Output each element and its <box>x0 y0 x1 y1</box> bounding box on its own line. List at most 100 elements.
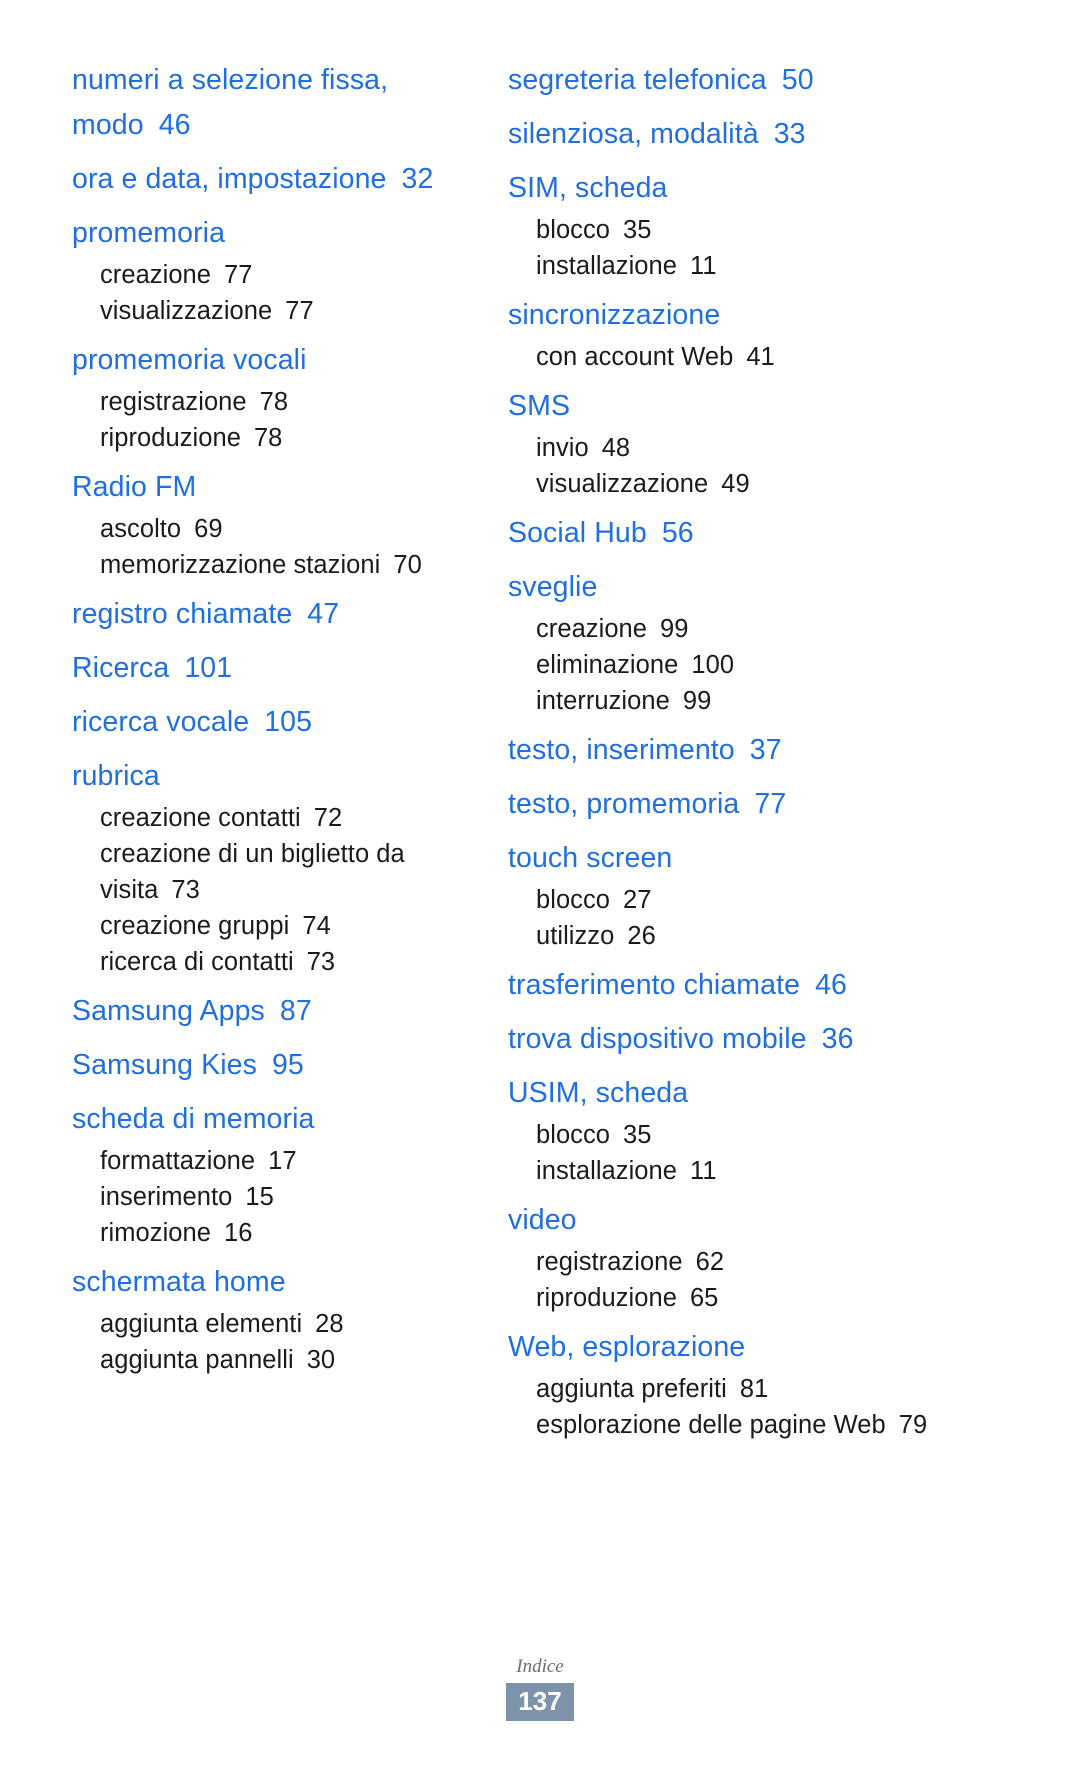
index-entry-sub[interactable]: rimozione 16 <box>100 1215 490 1251</box>
index-entry-main[interactable]: schermata home <box>72 1260 490 1305</box>
index-entry-label: silenziosa, modalità <box>508 118 759 150</box>
index-entry-label: inserimento <box>100 1183 233 1211</box>
index-entry-sub[interactable]: interruzione 99 <box>536 683 1020 719</box>
index-entry-label: promemoria vocali <box>72 344 307 376</box>
index-entry-sub[interactable]: creazione gruppi 74 <box>100 908 490 944</box>
index-entry-sub[interactable]: blocco 35 <box>536 212 1020 248</box>
index-group: promemoria vocali registrazione 78 riproduz… <box>72 338 490 456</box>
index-entry-main[interactable]: scheda di memoria <box>72 1097 490 1142</box>
index-entry-page: 73 <box>306 948 336 976</box>
index-entry-label: ora e data, impostazione <box>72 163 387 195</box>
index-entry-label: eliminazione <box>536 651 679 679</box>
index-entry-main[interactable]: promemoria vocali <box>72 338 490 383</box>
index-entry-label: creazione contatti <box>100 804 301 832</box>
index-entry-main[interactable]: trova dispositivo mobile 36 <box>508 1017 1020 1062</box>
index-entry-page: 27 <box>623 886 652 914</box>
index-entry-sub[interactable]: riproduzione 78 <box>100 420 490 456</box>
index-entry-page: 99 <box>682 687 712 715</box>
index-entry-main[interactable]: Radio FM <box>72 465 490 510</box>
index-entry-sub[interactable]: creazione 99 <box>536 611 1020 647</box>
index-entry-main[interactable]: ricerca vocale 105 <box>72 700 490 745</box>
index-entry-main[interactable]: sincronizzazione <box>508 293 1020 338</box>
index-entry-sub[interactable]: installazione 11 <box>536 248 1020 284</box>
index-entry-page: 105 <box>264 706 313 738</box>
index-entry-sub[interactable]: installazione 11 <box>536 1153 1020 1189</box>
index-entry-main[interactable]: trasferimento chiamate 46 <box>508 963 1020 1008</box>
index-entry-sub[interactable]: ascolto 69 <box>100 511 490 547</box>
index-entry-page: 35 <box>623 216 652 244</box>
index-entry-label: rubrica <box>72 760 160 792</box>
index-entry-main[interactable]: segreteria telefonica 50 <box>508 58 1020 103</box>
index-entry-label: utilizzo <box>536 922 615 950</box>
index-entry-sub[interactable]: blocco 35 <box>536 1117 1020 1153</box>
index-group: SMS invio 48 visualizzazione 49 <box>508 384 1020 502</box>
index-entry-sub[interactable]: visualizzazione 49 <box>536 466 1020 502</box>
index-entry-label: visualizzazione <box>536 470 709 498</box>
index-group: video registrazione 62 riproduzione 65 <box>508 1198 1020 1316</box>
index-entry-sub[interactable]: creazione di un biglietto da visita 73 <box>100 836 490 908</box>
index-group: touch screen blocco 27 utilizzo 26 <box>508 836 1020 954</box>
index-entry-main[interactable]: USIM, scheda <box>508 1071 1020 1116</box>
index-entry-main[interactable]: testo, inserimento 37 <box>508 728 1020 773</box>
index-entry-sub[interactable]: aggiunta pannelli 30 <box>100 1342 490 1378</box>
index-entry-sub[interactable]: registrazione 78 <box>100 384 490 420</box>
index-entry-sub[interactable]: creazione 77 <box>100 257 490 293</box>
index-group: Samsung Apps 87 <box>72 989 490 1034</box>
index-entry-page: 15 <box>245 1183 274 1211</box>
footer-section-label: Indice <box>516 1656 564 1677</box>
index-entry-main[interactable]: ora e data, impostazione 32 <box>72 157 490 202</box>
index-entry-sub[interactable]: inserimento 15 <box>100 1179 490 1215</box>
index-entry-sub[interactable]: aggiunta preferiti 81 <box>536 1371 1020 1407</box>
index-group: sincronizzazione con account Web 41 <box>508 293 1020 375</box>
index-group: Radio FM ascolto 69 memorizzazione stazioni… <box>72 465 490 583</box>
index-entry-page: 28 <box>315 1310 344 1338</box>
index-entry-sub[interactable]: eliminazione 100 <box>536 647 1020 683</box>
index-entry-main[interactable]: numeri a selezione fissa, modo 46 <box>72 58 490 148</box>
index-entry-main[interactable]: video <box>508 1198 1020 1243</box>
index-entry-page: 69 <box>194 515 223 543</box>
index-entry-sub[interactable]: con account Web 41 <box>536 339 1020 375</box>
index-entry-label: installazione <box>536 252 677 280</box>
index-entry-main[interactable]: Social Hub 56 <box>508 511 1020 556</box>
index-entry-sub[interactable]: creazione contatti 72 <box>100 800 490 836</box>
index-entry-page: 62 <box>695 1248 725 1276</box>
index-column-right: segreteria telefonica 50 silenziosa, modal… <box>500 58 1080 1443</box>
index-entry-sub[interactable]: riproduzione 65 <box>536 1280 1020 1316</box>
index-entry-sub[interactable]: ricerca di contatti 73 <box>100 944 490 980</box>
index-subentries: registrazione 78 riproduzione 78 <box>72 384 490 456</box>
index-entry-main[interactable]: touch screen <box>508 836 1020 881</box>
index-entry-sub[interactable]: aggiunta elementi 28 <box>100 1306 490 1342</box>
index-entry-label: creazione di un biglietto da visita <box>100 840 405 904</box>
index-entry-label: registro chiamate <box>72 598 293 630</box>
index-entry-label: registrazione <box>536 1248 683 1276</box>
index-entry-sub[interactable]: memorizzazione stazioni 70 <box>100 547 490 583</box>
index-entry-main[interactable]: sveglie <box>508 565 1020 610</box>
index-entry-page: 37 <box>749 734 782 766</box>
index-entry-sub[interactable]: blocco 27 <box>536 882 1020 918</box>
index-entry-sub[interactable]: formattazione 17 <box>100 1143 490 1179</box>
index-entry-main[interactable]: testo, promemoria 77 <box>508 782 1020 827</box>
index-entry-main[interactable]: SIM, scheda <box>508 166 1020 211</box>
index-column-left: numeri a selezione fissa, modo 46 ora e da… <box>0 58 500 1378</box>
index-entry-sub[interactable]: esplorazione delle pagine Web 79 <box>536 1407 1020 1443</box>
index-entry-main[interactable]: silenziosa, modalità 33 <box>508 112 1020 157</box>
index-entry-main[interactable]: registro chiamate 47 <box>72 592 490 637</box>
index-entry-main[interactable]: Web, esplorazione <box>508 1325 1020 1370</box>
index-group: numeri a selezione fissa, modo 46 <box>72 58 490 148</box>
index-entry-label: trova dispositivo mobile <box>508 1023 807 1055</box>
index-entry-sub[interactable]: registrazione 62 <box>536 1244 1020 1280</box>
index-entry-page: 47 <box>307 598 340 630</box>
index-entry-main[interactable]: promemoria <box>72 211 490 256</box>
index-entry-page: 50 <box>781 64 814 96</box>
index-entry-sub[interactable]: visualizzazione 77 <box>100 293 490 329</box>
index-entry-sub[interactable]: invio 48 <box>536 430 1020 466</box>
index-entry-main[interactable]: Samsung Kies 95 <box>72 1043 490 1088</box>
index-subentries: formattazione 17 inserimento 15 rimozione 16 <box>72 1143 490 1251</box>
index-entry-main[interactable]: SMS <box>508 384 1020 429</box>
index-entry-main[interactable]: rubrica <box>72 754 490 799</box>
index-entry-sub[interactable]: utilizzo 26 <box>536 918 1020 954</box>
index-entry-main[interactable]: Samsung Apps 87 <box>72 989 490 1034</box>
index-entry-main[interactable]: Ricerca 101 <box>72 646 490 691</box>
index-subentries: blocco 35 installazione 11 <box>508 1117 1020 1189</box>
index-entry-page: 46 <box>815 969 847 1001</box>
